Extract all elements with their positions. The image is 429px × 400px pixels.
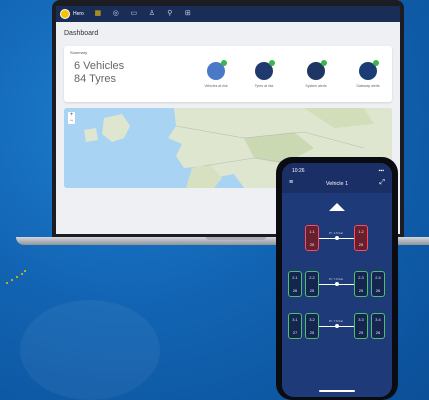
gateway-alert-icon [359,60,379,80]
vehicle-icon[interactable]: ▭ [130,10,138,18]
tyre-risk-icon [255,60,275,80]
phone: 10:26 ▪▪▪ ≡ Vehicle 1 ⤢ Pr: 1.5 bar 1.1 25… [276,157,398,400]
status-time: 10:26 [292,168,305,174]
metric-vehicles-at-risk[interactable]: Vehicles at risk [196,60,236,88]
axle-hub-icon [335,282,339,286]
tyre-3-2[interactable]: 3.2 25 [305,313,319,339]
metric-label: System alerts [305,84,327,88]
axle-pressure-label: Pr: 7.6 bar [329,277,344,281]
expand-icon[interactable]: ⤢ [379,179,385,187]
logo-text: Hero [73,11,84,17]
tyre-2-3[interactable]: 2.3 25 [354,271,368,297]
axle-pressure-label: Pr: 7.6 bar [329,319,344,323]
tyre-position: 2.4 [375,275,381,280]
tyre-position: 3.2 [309,317,315,322]
app-logo[interactable]: Hero [60,9,84,19]
tyre-2-1[interactable]: 2.1 26 [288,271,302,297]
tyre-value: 25 [358,288,364,293]
user-icon[interactable]: ♙ [148,10,156,18]
page-title: Dashboard [64,30,99,37]
vehicle-title: Vehicle 1 [325,181,349,187]
laptop-notch [206,237,266,240]
metric-system-alerts[interactable]: System alerts [296,60,336,88]
check-icon [221,60,227,66]
tyre-value: 26 [375,330,381,335]
tyre-2-2[interactable]: 2.2 25 [305,271,319,297]
tyre-position: 3.3 [358,317,364,322]
decorative-dots [4,268,26,290]
tyre-3-4[interactable]: 3.4 26 [371,313,385,339]
tyre-value: 25 [309,330,315,335]
phone-header: 10:26 ▪▪▪ ≡ Vehicle 1 ⤢ [282,163,392,193]
axle-hub-icon [335,324,339,328]
zoom-control[interactable]: + − [68,112,75,124]
tyre-position: 3.4 [375,317,381,322]
check-icon [269,60,275,66]
vehicle-risk-icon [207,60,227,80]
location-icon[interactable]: ⚲ [166,10,174,18]
tyre-1-1[interactable]: 1.1 25 [305,225,319,251]
tyre-value: 25 [309,288,315,293]
tyre-icon[interactable]: ◎ [112,10,120,18]
tyre-value: 25 [309,242,315,247]
metric-label: Vehicles at risk [204,84,228,88]
app-topbar: Hero ▦ ◎ ▭ ♙ ⚲ ⊞ [56,6,400,22]
tyre-3-3[interactable]: 3.3 25 [354,313,368,339]
summary-title: Summary [70,50,88,55]
background-glow [20,300,160,400]
tyre-position: 1.1 [309,229,315,234]
metric-gateway-alerts[interactable]: Gateway alerts [348,60,388,88]
tyre-value: 26 [375,288,381,293]
summary-card: Summary 6 Vehicles 84 Tyres Vehicles at … [64,46,392,102]
chart-icon[interactable]: ⊞ [184,10,192,18]
metric-tyres-at-risk[interactable]: Tyres at risk [244,60,284,88]
tyre-position: 3.1 [292,317,298,322]
tyre-1-2[interactable]: 1.2 25 [354,225,368,251]
tyre-position: 2.1 [292,275,298,280]
axle-pressure-label: Pr: 1.5 bar [329,231,344,235]
check-icon [373,60,379,66]
direction-arrow-icon [329,203,345,211]
tyre-value: 25 [358,330,364,335]
tyre-count: 84 Tyres [74,73,116,85]
metric-label: Gateway alerts [356,84,380,88]
tyre-value: 26 [292,288,298,293]
tyre-position: 2.2 [309,275,315,280]
vehicle-count: 6 Vehicles [74,60,125,72]
tyre-value: 27 [292,330,298,335]
tyre-position: 2.3 [358,275,364,280]
tyre-2-4[interactable]: 2.4 26 [371,271,385,297]
tyre-3-1[interactable]: 3.1 27 [288,313,302,339]
system-alert-icon [307,60,327,80]
axle-hub-icon [335,236,339,240]
phone-screen: 10:26 ▪▪▪ ≡ Vehicle 1 ⤢ Pr: 1.5 bar 1.1 25… [282,163,392,397]
tyre-value: 25 [358,242,364,247]
metric-label: Tyres at risk [254,84,274,88]
home-indicator [319,390,355,392]
tyre-position: 1.2 [358,229,364,234]
check-icon [321,60,327,66]
logo-icon [60,9,70,19]
status-icons: ▪▪▪ [378,168,384,174]
dashboard-icon[interactable]: ▦ [94,10,102,18]
